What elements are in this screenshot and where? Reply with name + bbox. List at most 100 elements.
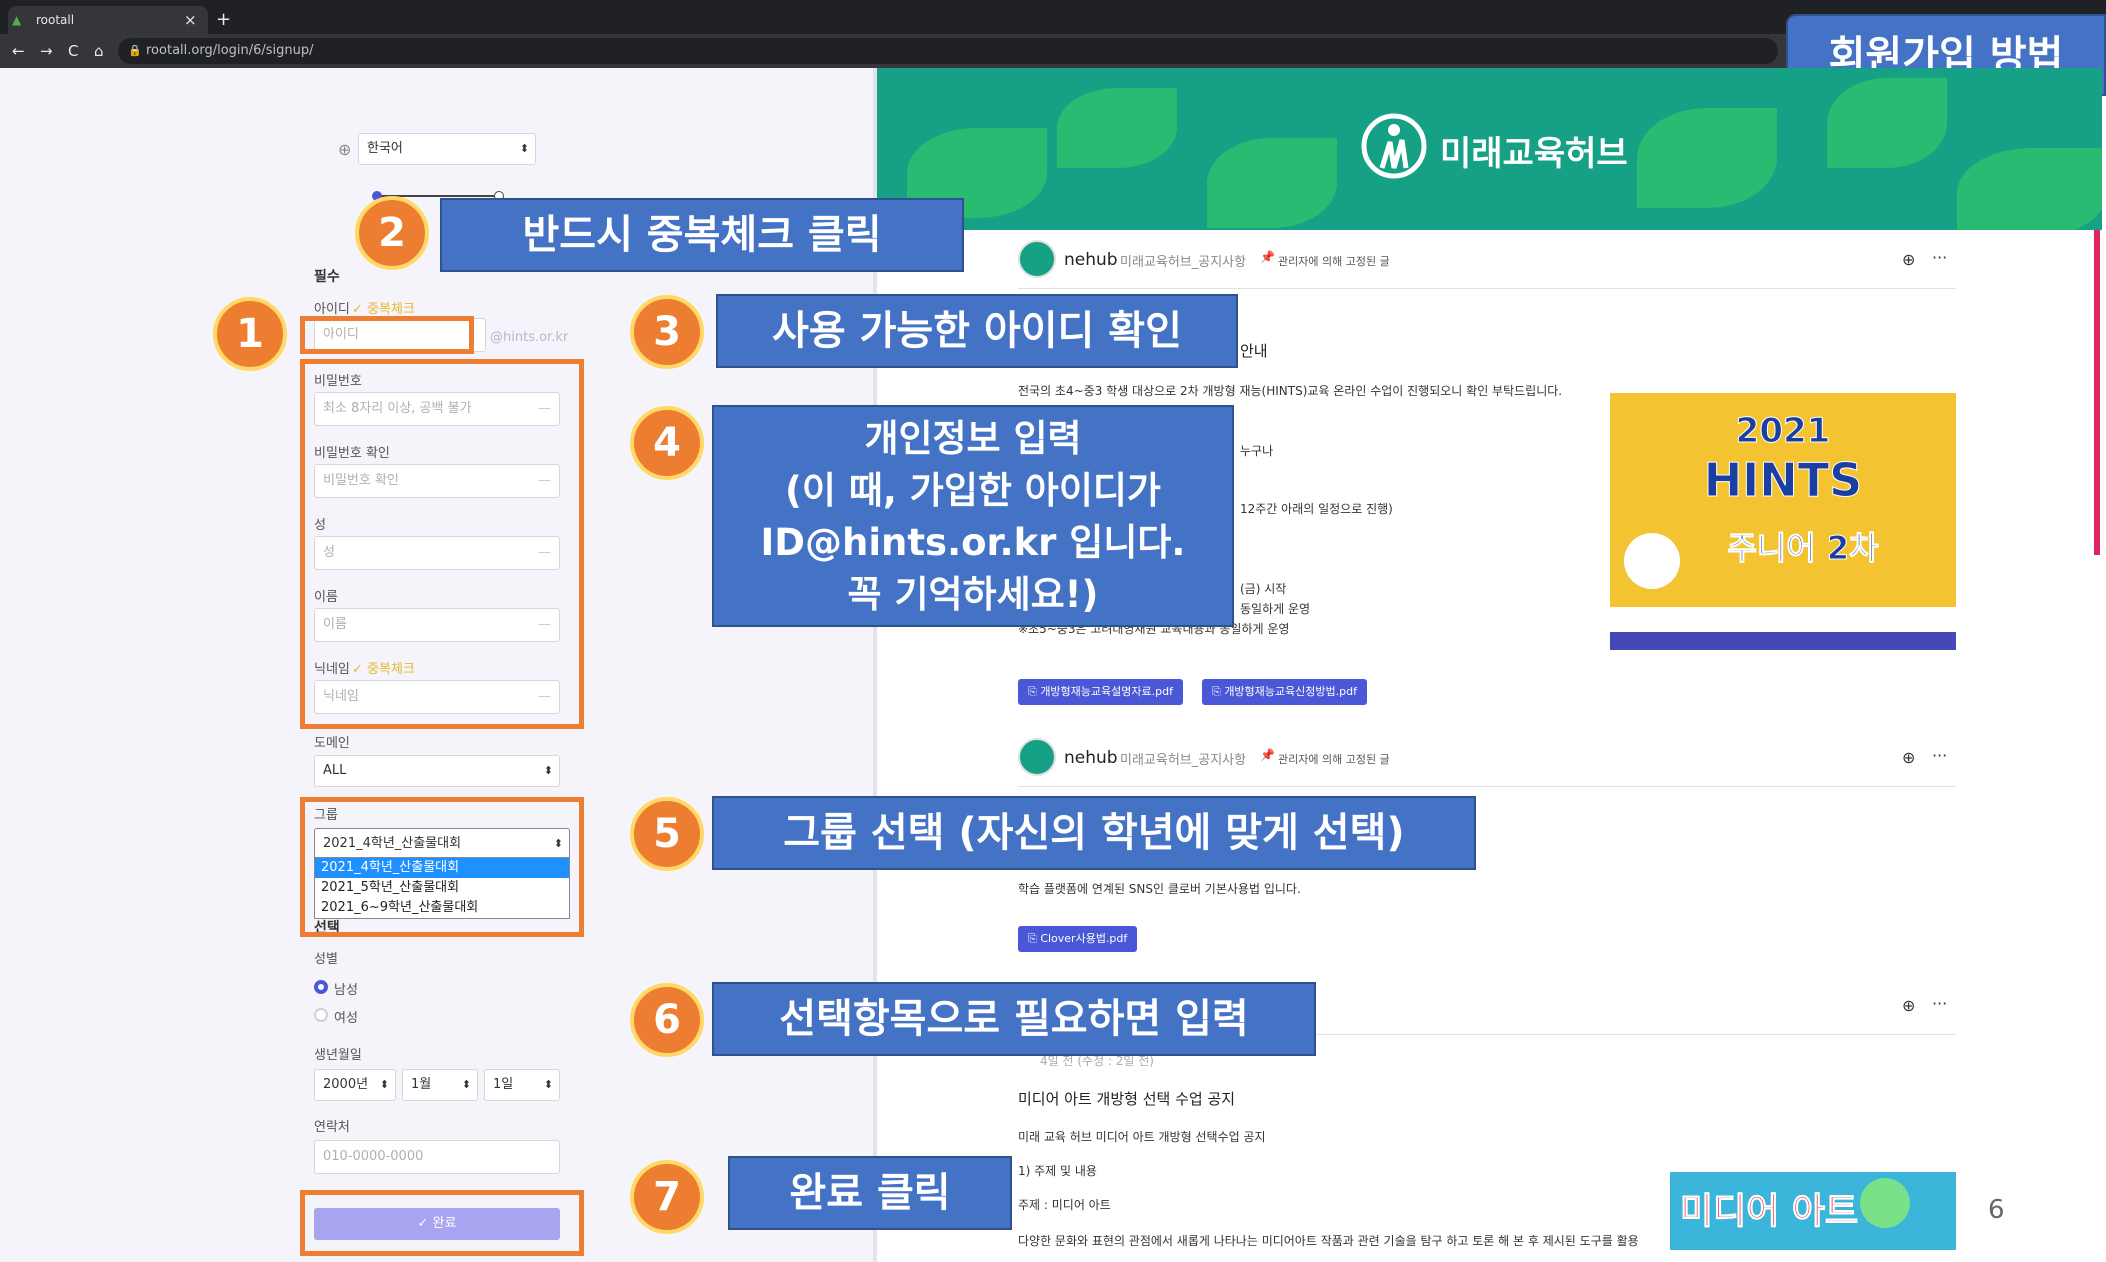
post-title: 미디어 아트 개방형 선택 수업 공지 bbox=[1018, 1090, 1236, 1108]
browser-tab[interactable]: rootall bbox=[8, 6, 208, 34]
globe-icon[interactable]: ⊕ bbox=[1902, 748, 1915, 767]
post-author[interactable]: nehub bbox=[1064, 250, 1118, 270]
hints-name: HINTS bbox=[1703, 453, 1863, 508]
birth-day-select[interactable]: 1일 ⬍ bbox=[484, 1069, 560, 1101]
callout-5: 그룹 선택 (자신의 학년에 맞게 선택) bbox=[712, 796, 1476, 870]
url-input[interactable]: rootall.org/login/6/signup/ bbox=[118, 38, 1778, 64]
pin-icon: 📌 bbox=[1260, 250, 1275, 264]
step-badge-3: 3 bbox=[630, 295, 704, 369]
hints-card-image[interactable]: 2021 HINTS 주니어 2차 bbox=[1610, 393, 1956, 607]
post-divider bbox=[1018, 288, 1956, 289]
post-line: 1) 주제 및 내용 bbox=[1018, 1164, 1097, 1178]
post-line: 미래 교육 허브 미디어 아트 개방형 선택수업 공지 bbox=[1018, 1130, 1266, 1144]
highlight-personal-info-box bbox=[300, 359, 584, 729]
post-board[interactable]: 미래교육허브_공지사항 bbox=[1120, 251, 1246, 270]
gender-female-radio[interactable] bbox=[314, 1008, 328, 1022]
post-line: 다양한 문화와 표현의 관점에서 새롭게 나타나는 미디어아트 작품과 관련 기… bbox=[1018, 1234, 1639, 1248]
more-menu-icon[interactable]: ··· bbox=[1932, 746, 1947, 765]
pinned-note: 관리자에 의해 고정된 글 bbox=[1278, 753, 1390, 766]
highlight-id-box bbox=[300, 316, 474, 354]
callout-4-line: 꼭 기억하세요!) bbox=[847, 573, 1099, 616]
brand-logo-icon bbox=[1361, 113, 1427, 179]
globe-icon[interactable]: ⊕ bbox=[1902, 250, 1915, 269]
more-menu-icon[interactable]: ··· bbox=[1932, 248, 1947, 267]
tab-title: rootall bbox=[36, 13, 75, 27]
gender-male-radio[interactable] bbox=[314, 980, 328, 994]
tab-favicon-icon: ▲ bbox=[12, 13, 22, 27]
language-globe-icon: ⊕ bbox=[338, 140, 352, 159]
media-card-circle bbox=[1860, 1178, 1910, 1228]
reload-icon[interactable]: C bbox=[68, 34, 78, 68]
post-body: 전국의 초4~중3 학생 대상으로 2차 개방형 재능(HINTS)교육 온라인… bbox=[1018, 384, 1563, 398]
contact-input[interactable]: 010-0000-0000 bbox=[314, 1140, 560, 1174]
step-badge-4: 4 bbox=[630, 406, 704, 480]
post-body: 학습 플랫폼에 연계된 SNS인 클로버 기본사용법 입니다. bbox=[1018, 882, 1301, 896]
gender-female-label: 여성 bbox=[334, 1011, 358, 1026]
contact-label: 연락처 bbox=[314, 1120, 350, 1135]
post-author[interactable]: nehub bbox=[1064, 748, 1118, 768]
back-icon[interactable]: ← bbox=[12, 34, 25, 68]
tab-close-icon[interactable]: × bbox=[184, 6, 197, 34]
avatar[interactable] bbox=[1018, 738, 1056, 776]
banner-leaf bbox=[1957, 148, 2102, 230]
birth-month-select[interactable]: 1월 ⬍ bbox=[402, 1069, 478, 1101]
callout-4-line: (이 때, 가입한 아이디가 bbox=[785, 469, 1161, 512]
clip-icon: ⎘ bbox=[1028, 685, 1037, 698]
media-art-card[interactable]: 미디어 아트 bbox=[1670, 1172, 1956, 1250]
slide: rootall ▲ × + ← → C ⌂ rootall.org/login/… bbox=[0, 0, 2106, 1262]
id-dup-check-link[interactable]: ✓ 중복체크 bbox=[352, 298, 415, 317]
file-attachment[interactable]: ⎘ 개방형재능교육신청방법.pdf bbox=[1202, 679, 1367, 705]
callout-3: 사용 가능한 아이디 확인 bbox=[716, 294, 1238, 368]
post-fragment: 누구나 bbox=[1240, 444, 1274, 458]
avatar[interactable] bbox=[1018, 240, 1056, 278]
hints-logo-icon bbox=[1624, 533, 1680, 589]
post-line: 주제 : 미디어 아트 bbox=[1018, 1198, 1111, 1212]
file-attachment[interactable]: ⎘ 개방형재능교육설명자료.pdf bbox=[1018, 679, 1183, 705]
required-section-label: 필수 bbox=[314, 269, 340, 285]
banner-leaf bbox=[1827, 78, 1947, 168]
hints-year: 2021 bbox=[1735, 411, 1831, 452]
forward-icon[interactable]: → bbox=[40, 34, 53, 68]
scrollbar-indicator[interactable] bbox=[2094, 230, 2100, 555]
callout-4: 개인정보 입력 (이 때, 가입한 아이디가 ID@hints.or.kr 입니… bbox=[712, 405, 1234, 627]
callout-2: 반드시 중복체크 클릭 bbox=[440, 198, 964, 272]
globe-icon[interactable]: ⊕ bbox=[1902, 996, 1915, 1015]
post-fragment: 12주간 아래의 일정으로 진행) bbox=[1240, 502, 1393, 516]
highlight-group-box bbox=[300, 797, 584, 937]
page-number: 6 bbox=[1988, 1195, 2005, 1225]
post-fragment: (금) 시작 bbox=[1240, 582, 1287, 596]
post-title-fragment: 안내 bbox=[1240, 342, 1268, 360]
language-select[interactable]: 한국어 ⬍ bbox=[358, 133, 536, 165]
step-badge-1: 1 bbox=[213, 297, 287, 371]
highlight-submit-box bbox=[300, 1190, 584, 1256]
file-attachment[interactable]: ⎘ Clover사용법.pdf bbox=[1018, 926, 1138, 952]
pinned-note: 관리자에 의해 고정된 글 bbox=[1278, 255, 1390, 268]
step-badge-7: 7 bbox=[630, 1160, 704, 1234]
step-badge-5: 5 bbox=[630, 797, 704, 871]
media-card-title: 미디어 아트 bbox=[1679, 1191, 1859, 1233]
callout-4-line: 개인정보 입력 bbox=[864, 417, 1082, 460]
post-board[interactable]: 미래교육허브_공지사항 bbox=[1120, 749, 1246, 768]
clip-icon: ⎘ bbox=[1212, 685, 1221, 698]
brand-name: 미래교육허브 bbox=[1440, 134, 1628, 174]
home-icon[interactable]: ⌂ bbox=[94, 34, 104, 68]
id-domain-suffix: @hints.or.kr bbox=[490, 330, 569, 345]
banner-leaf bbox=[1057, 88, 1177, 168]
birth-year-select[interactable]: 2000년 ⬍ bbox=[314, 1069, 396, 1101]
step-badge-6: 6 bbox=[630, 983, 704, 1057]
domain-label: 도메인 bbox=[314, 736, 350, 751]
clip-icon: ⎘ bbox=[1028, 932, 1037, 945]
birth-label: 생년월일 bbox=[314, 1048, 362, 1063]
callout-4-line: ID@hints.or.kr 입니다. bbox=[760, 521, 1186, 564]
hints-strip bbox=[1610, 632, 1956, 650]
more-menu-icon[interactable]: ··· bbox=[1932, 994, 1947, 1013]
post-fragment: 동일하게 운영 bbox=[1240, 602, 1311, 616]
new-tab-icon[interactable]: + bbox=[216, 6, 231, 34]
banner-leaf bbox=[1207, 138, 1337, 228]
gender-male-label: 남성 bbox=[334, 983, 358, 998]
step-badge-2: 2 bbox=[355, 196, 429, 270]
callout-6: 선택항목으로 필요하면 입력 bbox=[712, 982, 1316, 1056]
gender-label: 성별 bbox=[314, 952, 338, 967]
callout-7: 완료 클릭 bbox=[728, 1156, 1012, 1230]
domain-select[interactable]: ALL ⬍ bbox=[314, 755, 560, 787]
